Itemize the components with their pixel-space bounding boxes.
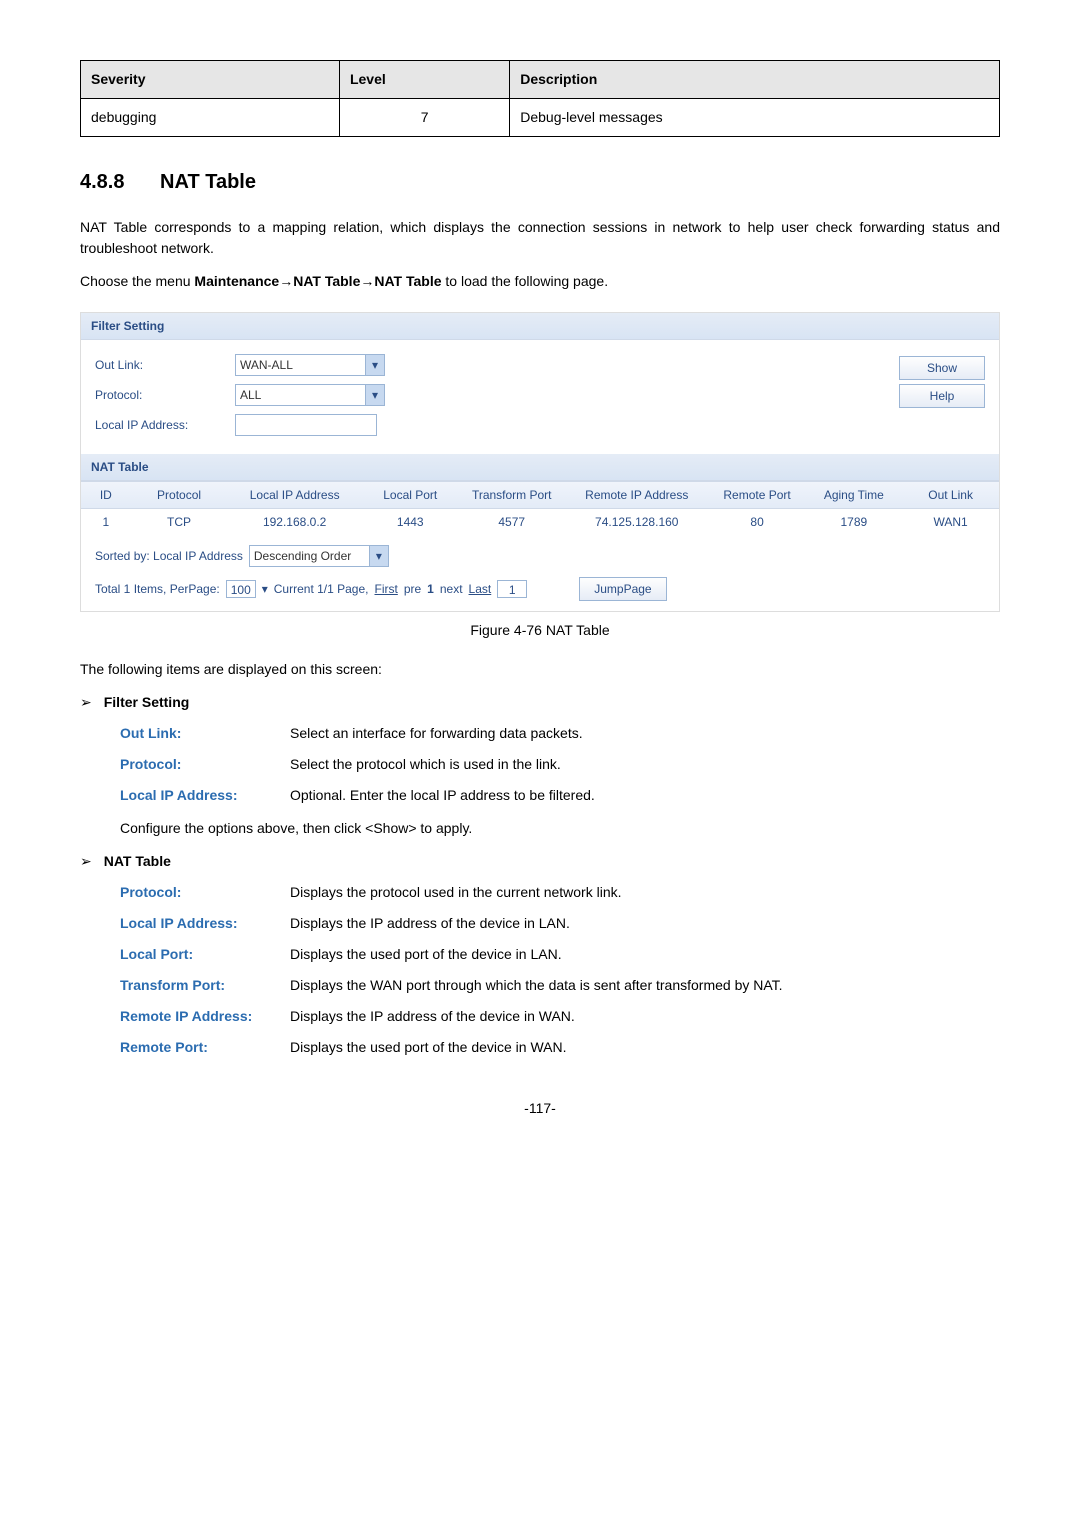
col-local-ip: Local IP Address <box>227 482 361 508</box>
pager-first-link[interactable]: First <box>375 580 398 598</box>
intro-paragraph-1: NAT Table corresponds to a mapping relat… <box>80 217 1000 259</box>
menu-path: Maintenance→NAT Table→NAT Table <box>194 273 441 289</box>
col-local-port: Local Port <box>362 482 459 508</box>
def-nat-local-ip: Local IP Address: Displays the IP addres… <box>120 913 1000 934</box>
help-button[interactable]: Help <box>899 384 985 408</box>
col-id: ID <box>81 482 131 508</box>
chevron-down-icon: ▾ <box>369 546 388 566</box>
protocol-select[interactable]: ALL ▾ <box>235 384 385 406</box>
chevron-down-icon: ▾ <box>365 355 384 375</box>
def-nat-remote-ip: Remote IP Address: Displays the IP addre… <box>120 1006 1000 1027</box>
sev-header-description: Description <box>510 61 1000 99</box>
def-nat-local-port: Local Port: Displays the used port of th… <box>120 944 1000 965</box>
pager-current: Current 1/1 Page, <box>274 580 369 598</box>
col-protocol: Protocol <box>131 482 228 508</box>
section-number: 4.8.8 <box>80 167 124 197</box>
pager-page-1: 1 <box>427 580 434 598</box>
table-row: 1 TCP 192.168.0.2 1443 4577 74.125.128.1… <box>81 509 999 535</box>
intro-paragraph-2: Choose the menu Maintenance→NAT Table→NA… <box>80 271 1000 292</box>
col-aging-time: Aging Time <box>805 482 902 508</box>
sort-order-select[interactable]: Descending Order ▾ <box>249 545 389 567</box>
pager-last-link[interactable]: Last <box>469 580 492 598</box>
sev-cell-description: Debug-level messages <box>510 99 1000 137</box>
chevron-down-icon: ▾ <box>365 385 384 405</box>
filter-setting-header: Filter Setting <box>81 313 999 340</box>
nat-table-bullet: ➢ NAT Table <box>80 851 1000 872</box>
pager-pre: pre <box>404 580 421 598</box>
triangle-bullet-icon: ➢ <box>80 851 92 872</box>
page-footer: -117- <box>80 1098 1000 1119</box>
chevron-down-icon: ▾ <box>262 580 268 598</box>
figure-caption: Figure 4-76 NAT Table <box>80 620 1000 641</box>
perpage-input[interactable]: 100 <box>226 580 256 598</box>
protocol-label: Protocol: <box>95 386 235 404</box>
severity-table: Severity Level Description debugging 7 D… <box>80 60 1000 137</box>
def-nat-protocol: Protocol: Displays the protocol used in … <box>120 882 1000 903</box>
filter-setting-note: Configure the options above, then click … <box>120 818 1000 839</box>
def-protocol: Protocol: Select the protocol which is u… <box>120 754 1000 775</box>
table-row: debugging 7 Debug-level messages <box>81 99 1000 137</box>
def-local-ip: Local IP Address: Optional. Enter the lo… <box>120 785 1000 806</box>
jump-page-button[interactable]: JumpPage <box>579 577 666 601</box>
sev-header-severity: Severity <box>81 61 340 99</box>
nat-table-header: NAT Table <box>81 454 999 481</box>
sev-cell-level: 7 <box>339 99 509 137</box>
page-number-input[interactable]: 1 <box>497 580 527 598</box>
col-transform-port: Transform Port <box>459 482 565 508</box>
def-nat-transform-port: Transform Port: Displays the WAN port th… <box>120 975 1000 996</box>
sev-cell-severity: debugging <box>81 99 340 137</box>
def-out-link: Out Link: Select an interface for forwar… <box>120 723 1000 744</box>
nat-table-head: ID Protocol Local IP Address Local Port … <box>81 481 999 509</box>
sev-header-level: Level <box>339 61 509 99</box>
sorted-by-label: Sorted by: Local IP Address <box>95 547 243 565</box>
pager-next: next <box>440 580 463 598</box>
col-remote-ip: Remote IP Address <box>565 482 709 508</box>
displayed-items-intro: The following items are displayed on thi… <box>80 659 1000 680</box>
nat-table-screenshot: Filter Setting Out Link: WAN-ALL ▾ Proto… <box>80 312 1000 612</box>
out-link-select[interactable]: WAN-ALL ▾ <box>235 354 385 376</box>
triangle-bullet-icon: ➢ <box>80 692 92 713</box>
local-ip-label: Local IP Address: <box>95 416 235 434</box>
show-button[interactable]: Show <box>899 356 985 380</box>
local-ip-input[interactable] <box>235 414 377 436</box>
out-link-label: Out Link: <box>95 356 235 374</box>
col-out-link: Out Link <box>902 482 999 508</box>
col-remote-port: Remote Port <box>709 482 806 508</box>
def-nat-remote-port: Remote Port: Displays the used port of t… <box>120 1037 1000 1058</box>
pager-total: Total 1 Items, PerPage: <box>95 580 220 598</box>
section-title: NAT Table <box>160 171 256 193</box>
filter-setting-bullet: ➢ Filter Setting <box>80 692 1000 713</box>
section-heading: 4.8.8 NAT Table <box>80 167 1000 197</box>
